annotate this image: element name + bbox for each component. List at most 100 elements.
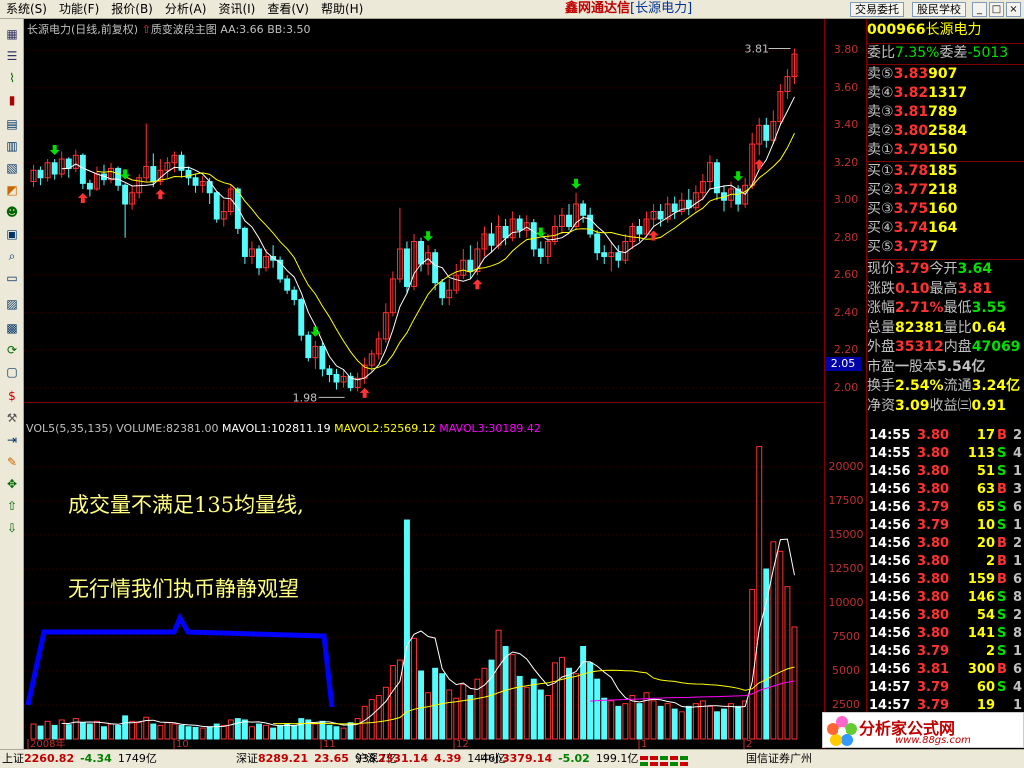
volume-bar bbox=[580, 646, 587, 740]
window-icon[interactable]: ▢ bbox=[3, 363, 21, 381]
sell-level-row[interactable]: 卖③3.81789 bbox=[867, 103, 1024, 122]
stat-value: 35312 bbox=[895, 339, 944, 355]
buy-level-price: 3.74 bbox=[893, 220, 929, 236]
maximize-icon[interactable]: □ bbox=[989, 2, 1004, 17]
buy-level-row[interactable]: 买①3.78185 bbox=[867, 162, 1024, 181]
grid-icon[interactable]: ▦ bbox=[3, 25, 21, 43]
sell-level-row[interactable]: 卖⑤3.83907 bbox=[867, 65, 1024, 84]
arrow-up-icon[interactable]: ⇧ bbox=[3, 497, 21, 515]
stat-value: 3.09 bbox=[895, 397, 930, 414]
buy-level-row[interactable]: 买⑤3.737 bbox=[867, 238, 1024, 257]
menu-view[interactable]: 查看(V) bbox=[261, 0, 315, 18]
folder-icon[interactable]: ◩ bbox=[3, 181, 21, 199]
menu-system[interactable]: 系统(S) bbox=[0, 0, 53, 18]
volume-bar bbox=[439, 673, 446, 740]
list-icon[interactable]: ☰ bbox=[3, 47, 21, 65]
volume-bar bbox=[382, 686, 389, 740]
tick-count: 6 bbox=[1012, 662, 1022, 677]
close-icon[interactable]: × bbox=[1006, 2, 1021, 17]
mavol1-value: MAVOL1:102811.19 bbox=[221, 422, 331, 435]
arrow-down-icon[interactable]: ⇩ bbox=[3, 519, 21, 537]
tick-count: 1 bbox=[1012, 644, 1022, 659]
volume-axis-tick: 10000 bbox=[828, 596, 864, 609]
wrench-icon[interactable]: ⚒ bbox=[3, 409, 21, 427]
status-index[interactable]: 中小3379.14 -5.02 199.1亿 bbox=[480, 750, 638, 768]
sell-level-row[interactable]: 卖①3.79150 bbox=[867, 141, 1024, 160]
buy-arrow-icon bbox=[77, 193, 88, 204]
tick-price: 3.79 bbox=[917, 500, 950, 515]
users-icon[interactable]: ☻ bbox=[3, 203, 21, 221]
stat-label: 外盘 bbox=[867, 339, 895, 355]
app-title: 鑫网通达信[长源电力] bbox=[565, 0, 692, 18]
vol-label: VOL5(5,35,135) bbox=[26, 422, 113, 435]
tick-price: 3.80 bbox=[917, 626, 950, 641]
volume-bar bbox=[136, 722, 143, 740]
stat-value: 2.71% bbox=[895, 300, 944, 316]
calendar-icon[interactable]: ▣ bbox=[3, 225, 21, 243]
pencil-icon[interactable]: ✎ bbox=[3, 453, 21, 471]
date-label: 2 bbox=[746, 739, 752, 749]
volume-bar bbox=[241, 719, 248, 740]
dollar-icon[interactable]: $ bbox=[3, 387, 21, 405]
tick-list[interactable]: 14:55 3.80 17 B 2 14:55 3.80 113 S 4 14:56 3.80 51 S 1… bbox=[866, 427, 1024, 737]
candle-body bbox=[122, 184, 129, 205]
tick-count: 6 bbox=[1012, 572, 1022, 587]
volume-bar bbox=[171, 723, 178, 740]
stat-value: 0.10 bbox=[895, 280, 930, 297]
tick-direction: S bbox=[997, 500, 1007, 515]
stat-label: 最高 bbox=[929, 280, 958, 297]
sell-level-row[interactable]: 卖②3.802584 bbox=[867, 122, 1024, 141]
sell-level-price: 3.82 bbox=[893, 85, 929, 101]
candle-chart-icon[interactable]: ▮ bbox=[3, 91, 21, 109]
volume-bar bbox=[756, 446, 763, 740]
tick-time: 14:56 bbox=[869, 626, 911, 641]
indicator-icon[interactable]: ▨ bbox=[3, 295, 21, 313]
stat-label: 股本 bbox=[909, 358, 937, 375]
sell-level-row[interactable]: 卖④3.821317 bbox=[867, 84, 1024, 103]
price-chart[interactable]: 3.81 1.98 bbox=[24, 19, 824, 403]
line-chart-icon[interactable]: ⌇ bbox=[3, 69, 21, 87]
buy-level-row[interactable]: 买③3.75160 bbox=[867, 200, 1024, 219]
buy-level-row[interactable]: 买④3.74164 bbox=[867, 219, 1024, 238]
buy-arrow-icon bbox=[754, 159, 765, 170]
tick-direction: S bbox=[997, 590, 1007, 605]
menu-quote[interactable]: 报价(B) bbox=[105, 0, 159, 18]
status-index-amount: 199.1亿 bbox=[595, 752, 639, 765]
volume-bar bbox=[664, 703, 671, 740]
status-index[interactable]: 上证2260.82 -4.34 1749亿 bbox=[2, 750, 157, 768]
rsi-icon[interactable]: ▩ bbox=[3, 319, 21, 337]
tick-price: 3.81 bbox=[917, 662, 950, 677]
etf-icon[interactable]: ▭ bbox=[3, 269, 21, 287]
buy-level-price: 3.73 bbox=[893, 239, 929, 255]
status-index-change: 4.39 bbox=[434, 752, 462, 765]
move-icon[interactable]: ✥ bbox=[3, 475, 21, 493]
stat-label: 最低 bbox=[943, 300, 972, 316]
tick-count: 6 bbox=[1012, 500, 1022, 515]
volume-bar bbox=[65, 724, 72, 740]
menu-analysis[interactable]: 分析(A) bbox=[159, 0, 213, 18]
report-icon[interactable]: ▥ bbox=[3, 137, 21, 155]
menu-info[interactable]: 资讯(I) bbox=[212, 0, 261, 18]
table-icon[interactable]: ▤ bbox=[3, 115, 21, 133]
minimize-icon[interactable]: _ bbox=[972, 2, 987, 17]
trade-button[interactable]: 交易委托 bbox=[850, 2, 904, 17]
tick-count: 8 bbox=[1012, 590, 1022, 605]
volume-bar bbox=[516, 675, 523, 740]
menu-function[interactable]: 功能(F) bbox=[53, 0, 105, 18]
buy-level-row[interactable]: 买②3.77218 bbox=[867, 181, 1024, 200]
status-index-amount: 1749亿 bbox=[117, 752, 157, 765]
export-icon[interactable]: ⇥ bbox=[3, 431, 21, 449]
stat-row: 总量82381量比0.64 bbox=[867, 319, 1024, 338]
search-icon[interactable]: ⌕ bbox=[3, 247, 21, 265]
candle-body bbox=[467, 259, 474, 272]
school-button[interactable]: 股民学校 bbox=[912, 2, 966, 17]
candle-body bbox=[326, 368, 333, 376]
chart-area[interactable]: 3.81 1.98 2008年 10 11 12 1 2 长源电力(日线,前复权) ⇧质变波… bbox=[24, 19, 824, 749]
candle-body bbox=[516, 218, 523, 231]
candle-body bbox=[403, 248, 410, 287]
volume-bar bbox=[749, 588, 756, 740]
menu-help[interactable]: 帮助(H) bbox=[315, 0, 369, 18]
refresh-icon[interactable]: ⟳ bbox=[3, 341, 21, 359]
document-icon[interactable]: ▧ bbox=[3, 159, 21, 177]
volume-bar bbox=[509, 654, 516, 740]
